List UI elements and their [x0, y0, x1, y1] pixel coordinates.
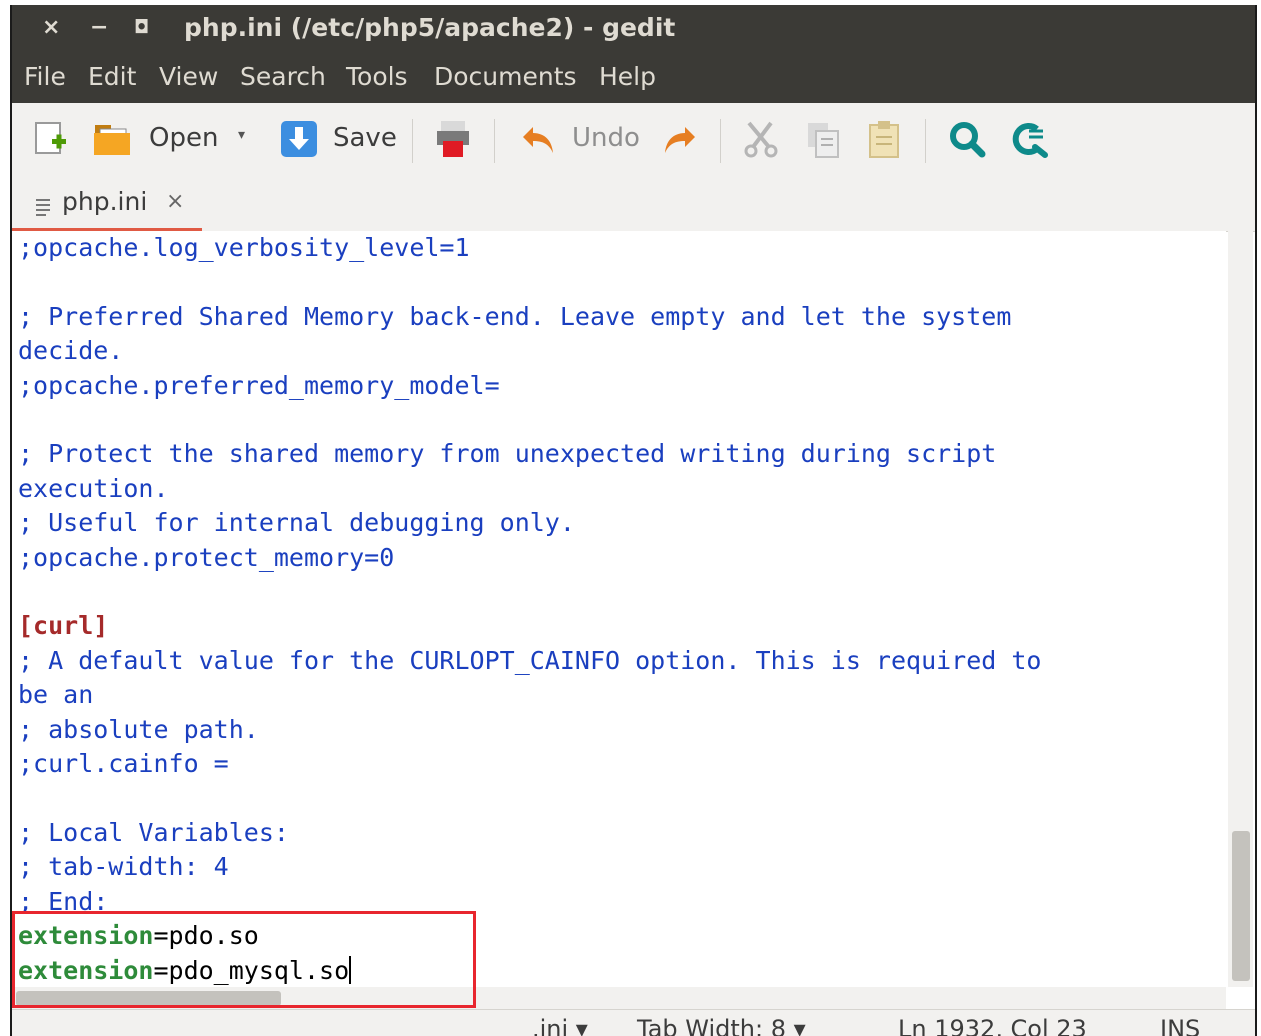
code-line[interactable]: extension=pdo.so — [18, 919, 1042, 953]
toolbar-separator — [494, 119, 495, 163]
comment-text: ; End: — [18, 886, 109, 916]
insert-mode-indicator: INS — [1160, 1015, 1201, 1036]
minimize-window-button[interactable]: − — [90, 15, 108, 41]
close-window-button[interactable]: × — [42, 15, 60, 41]
vertical-scrollbar[interactable] — [1228, 231, 1253, 987]
code-line[interactable]: ; Useful for internal debugging only. — [18, 506, 1042, 540]
tab-bar: php.ini × — [12, 178, 1255, 232]
toolbar-separator — [925, 119, 926, 163]
comment-text: ;opcache.protect_memory=0 — [18, 542, 395, 572]
open-button[interactable]: Open — [149, 123, 218, 153]
code-line[interactable]: ;opcache.log_verbosity_level=1 — [18, 231, 1042, 265]
horizontal-scrollbar-thumb[interactable] — [16, 991, 281, 1006]
save-icon[interactable] — [279, 119, 319, 159]
code-line[interactable]: ; Local Variables: — [18, 816, 1042, 850]
menu-view[interactable]: View — [159, 62, 218, 91]
comment-text: ; Protect the shared memory from unexpec… — [18, 439, 997, 469]
section-header: [curl] — [18, 611, 109, 641]
code-line[interactable]: ; End: — [18, 885, 1042, 919]
status-bar: .ini ▾ Tab Width: 8 ▾ Ln 1932, Col 23 IN… — [12, 1009, 1255, 1036]
code-line[interactable]: ;opcache.preferred_memory_model= — [18, 369, 1042, 403]
maximize-window-button[interactable]: ◘ — [134, 15, 149, 41]
comment-text: ; absolute path. — [18, 714, 259, 744]
toolbar: Open ▾ Save Undo — [12, 103, 1255, 179]
code-line[interactable]: execution. — [18, 472, 1042, 506]
comment-text: decide. — [18, 336, 124, 366]
redo-icon[interactable] — [659, 119, 699, 159]
new-document-icon[interactable] — [32, 119, 72, 159]
comment-text: ;opcache.log_verbosity_level=1 — [18, 233, 470, 262]
menu-search[interactable]: Search — [240, 62, 326, 91]
comment-text: ; Local Variables: — [18, 817, 289, 847]
search-icon[interactable] — [947, 119, 987, 159]
text-document-icon — [36, 199, 50, 216]
menu-tools[interactable]: Tools — [346, 62, 408, 91]
code-line[interactable] — [18, 403, 1042, 437]
search-replace-icon[interactable] — [1009, 119, 1049, 159]
menu-documents[interactable]: Documents — [434, 62, 577, 91]
comment-text: ; Useful for internal debugging only. — [18, 508, 575, 538]
code-line[interactable] — [18, 782, 1042, 816]
code-line[interactable] — [18, 265, 1042, 299]
undo-button[interactable]: Undo — [572, 123, 640, 153]
code-line[interactable]: ; tab-width: 4 — [18, 850, 1042, 884]
undo-icon[interactable] — [519, 119, 559, 159]
open-recent-chevron-down-icon[interactable]: ▾ — [238, 127, 245, 143]
code-line[interactable]: ; A default value for the CURLOPT_CAINFO… — [18, 644, 1042, 678]
comment-text: ; A default value for the CURLOPT_CAINFO… — [18, 645, 1042, 675]
code-line[interactable]: ;opcache.protect_memory=0 — [18, 541, 1042, 575]
print-icon[interactable] — [433, 119, 473, 159]
cursor-position: Ln 1932, Col 23 — [898, 1015, 1087, 1036]
config-key: extension — [18, 955, 154, 985]
menu-file[interactable]: File — [24, 62, 66, 91]
window-title: php.ini (/etc/php5/apache2) - gedit — [184, 13, 676, 42]
tab-width-selector[interactable]: Tab Width: 8 ▾ — [637, 1015, 806, 1036]
comment-text: execution. — [18, 473, 169, 503]
config-value: =pdo.so — [153, 921, 259, 951]
code-line[interactable]: extension=pdo_mysql.so — [18, 954, 1042, 987]
code-line[interactable]: decide. — [18, 334, 1042, 368]
open-folder-icon[interactable] — [92, 119, 132, 159]
paste-icon[interactable] — [864, 119, 904, 159]
comment-text: ; tab-width: 4 — [18, 852, 229, 882]
code-line[interactable] — [18, 575, 1042, 609]
comment-text: be an — [18, 680, 94, 710]
menu-help[interactable]: Help — [599, 62, 656, 91]
comment-text: ; Preferred Shared Memory back-end. Leav… — [18, 301, 1012, 331]
save-button[interactable]: Save — [333, 123, 397, 153]
code-line[interactable]: ; absolute path. — [18, 713, 1042, 747]
config-value: =pdo_mysql.so — [153, 955, 350, 985]
code-line[interactable]: ; Protect the shared memory from unexpec… — [18, 437, 1042, 471]
cut-icon[interactable] — [741, 119, 781, 159]
text-cursor — [349, 955, 352, 984]
comment-text: ;curl.cainfo = — [18, 749, 229, 779]
code-content[interactable]: ;opcache.log_verbosity_level=1 ; Preferr… — [18, 231, 1042, 987]
menu-bar: File Edit View Search Tools Documents He… — [12, 51, 1255, 103]
close-tab-icon[interactable]: × — [166, 189, 184, 214]
horizontal-scrollbar[interactable] — [12, 987, 1226, 1009]
language-selector[interactable]: .ini ▾ — [532, 1015, 588, 1036]
tab-label: php.ini — [62, 187, 148, 216]
config-key: extension — [18, 921, 154, 951]
tab-php-ini[interactable]: php.ini × — [12, 178, 202, 231]
gedit-window: × − ◘ php.ini (/etc/php5/apache2) - gedi… — [10, 5, 1257, 1036]
comment-text: ;opcache.preferred_memory_model= — [18, 370, 500, 400]
toolbar-separator — [720, 119, 721, 163]
code-line[interactable]: be an — [18, 678, 1042, 712]
toolbar-separator — [412, 119, 413, 163]
code-line[interactable]: ;curl.cainfo = — [18, 747, 1042, 781]
menu-edit[interactable]: Edit — [88, 62, 136, 91]
code-line[interactable]: [curl] — [18, 609, 1042, 643]
text-editor[interactable]: ;opcache.log_verbosity_level=1 ; Preferr… — [12, 231, 1226, 987]
code-line[interactable]: ; Preferred Shared Memory back-end. Leav… — [18, 300, 1042, 334]
vertical-scrollbar-thumb[interactable] — [1232, 831, 1250, 981]
title-bar[interactable]: × − ◘ php.ini (/etc/php5/apache2) - gedi… — [12, 5, 1255, 51]
copy-icon[interactable] — [804, 119, 844, 159]
